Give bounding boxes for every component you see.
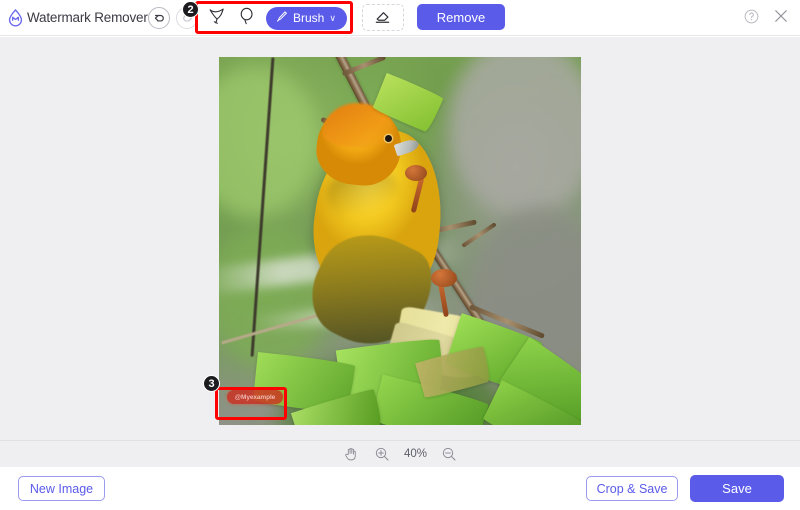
undo-button[interactable] — [148, 7, 170, 29]
annotation-badge-2: 2 — [182, 1, 199, 18]
lasso-select-tool-button[interactable] — [204, 5, 230, 31]
watermark-text[interactable]: @Myexample — [227, 390, 283, 404]
zoom-out-icon[interactable] — [440, 445, 458, 463]
water-droplet-logo-icon — [6, 8, 25, 27]
save-button[interactable]: Save — [690, 475, 784, 502]
undo-arrow-icon — [153, 12, 166, 25]
remove-button[interactable]: Remove — [417, 4, 505, 30]
zoom-level-label: 40% — [404, 448, 427, 460]
app-footer: New Image Crop & Save Save — [0, 467, 800, 510]
app-title: Watermark Remover — [27, 10, 148, 25]
watermark-remover-window: Watermark Remover — [0, 0, 800, 510]
lasso-select-icon — [207, 6, 227, 31]
zoom-in-icon[interactable] — [373, 445, 391, 463]
image-preview[interactable]: @Myexample — [219, 57, 581, 425]
bird-foot — [405, 165, 427, 181]
new-image-button[interactable]: New Image — [18, 476, 105, 501]
header-right-controls — [743, 7, 790, 30]
close-x-icon[interactable] — [772, 7, 790, 30]
bird-foot — [431, 269, 457, 287]
eraser-tool-button[interactable] — [362, 4, 404, 31]
editor-canvas[interactable]: @Myexample — [0, 37, 800, 440]
crop-and-save-button[interactable]: Crop & Save — [586, 476, 678, 501]
brand: Watermark Remover — [6, 8, 148, 27]
brush-tool-button[interactable]: Brush ∨ — [266, 7, 347, 30]
eraser-icon — [374, 6, 393, 30]
bird-eye — [385, 135, 392, 142]
hand-pan-icon[interactable] — [342, 445, 360, 463]
annotation-badge-3: 3 — [203, 375, 220, 392]
app-header: Watermark Remover — [0, 0, 800, 36]
ellipse-select-icon — [237, 6, 257, 31]
brush-tool-label: Brush — [293, 11, 324, 25]
toolbar-tools: Brush ∨ — [148, 4, 347, 32]
zoom-toolbar: 40% — [0, 440, 800, 467]
brush-icon — [275, 10, 288, 26]
help-question-icon[interactable] — [743, 8, 760, 30]
ellipse-select-tool-button[interactable] — [234, 5, 260, 31]
chevron-down-icon: ∨ — [329, 14, 336, 23]
